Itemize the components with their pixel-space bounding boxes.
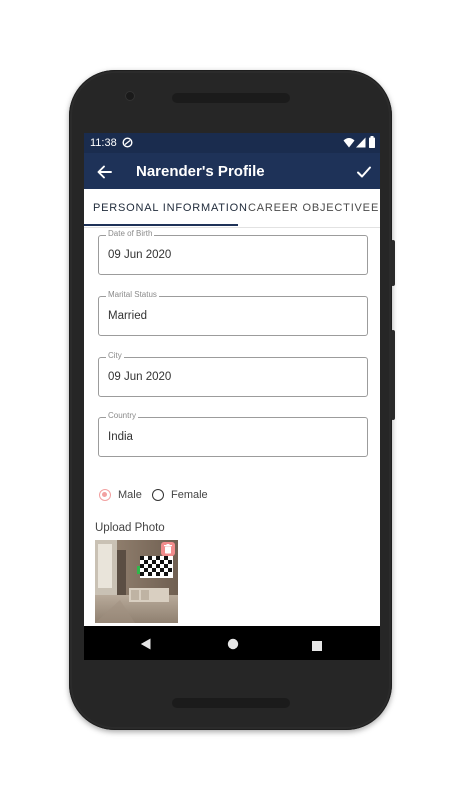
tab-education[interactable]: ED xyxy=(371,189,380,227)
country-label: Country xyxy=(106,411,139,420)
screen: 11:38 Narender's Profile PERSONAL INFORM… xyxy=(84,133,380,660)
tab-career-objective[interactable]: CAREER OBJECTIVE xyxy=(248,189,371,227)
gender-female-option[interactable]: Female xyxy=(152,488,222,502)
power-button xyxy=(391,240,395,286)
delete-photo-icon[interactable] xyxy=(161,542,175,556)
front-camera xyxy=(125,91,135,101)
male-label: Male xyxy=(118,489,142,501)
country-field[interactable]: Country India xyxy=(98,411,368,457)
tab-personal-information[interactable]: PERSONAL INFORMATION xyxy=(93,189,248,227)
nav-home-icon[interactable] xyxy=(227,637,239,655)
marital-status-value: Married xyxy=(108,310,147,322)
top-speaker xyxy=(172,93,290,103)
bottom-speaker xyxy=(172,698,290,708)
status-time: 11:38 xyxy=(90,137,117,149)
male-radio-dot xyxy=(102,492,107,497)
city-field[interactable]: City 09 Jun 2020 xyxy=(98,351,368,397)
male-radio-button[interactable] xyxy=(99,489,111,501)
nav-back-icon[interactable] xyxy=(140,637,151,655)
volume-button xyxy=(391,330,395,420)
date-of-birth-value: 09 Jun 2020 xyxy=(108,249,172,261)
sync-icon xyxy=(122,137,133,151)
female-label: Female xyxy=(171,489,208,501)
date-of-birth-label: Date of Birth xyxy=(106,229,155,238)
marital-status-label: Marital Status xyxy=(106,290,159,299)
upload-photo-label: Upload Photo xyxy=(95,522,165,534)
female-radio-button[interactable] xyxy=(152,489,164,501)
status-bar: 11:38 xyxy=(84,133,380,153)
signal-icon xyxy=(356,137,366,151)
wifi-icon xyxy=(343,137,355,151)
system-navigation-bar xyxy=(84,626,380,660)
uploaded-photo[interactable] xyxy=(95,540,178,623)
page-title: Narender's Profile xyxy=(136,163,265,180)
city-label: City xyxy=(106,351,124,360)
nav-recents-icon[interactable] xyxy=(312,638,322,656)
tab-indicator xyxy=(84,224,238,226)
marital-status-field[interactable]: Marital Status Married xyxy=(98,290,368,336)
save-check-icon[interactable] xyxy=(356,164,372,180)
gender-male-option[interactable]: Male xyxy=(99,488,149,502)
date-of-birth-field[interactable]: Date of Birth 09 Jun 2020 xyxy=(98,229,368,275)
country-value: India xyxy=(108,431,133,443)
battery-icon xyxy=(369,136,375,151)
city-value: 09 Jun 2020 xyxy=(108,371,172,383)
tab-bar: PERSONAL INFORMATION CAREER OBJECTIVE ED xyxy=(84,189,380,228)
back-arrow-icon[interactable] xyxy=(96,164,112,180)
